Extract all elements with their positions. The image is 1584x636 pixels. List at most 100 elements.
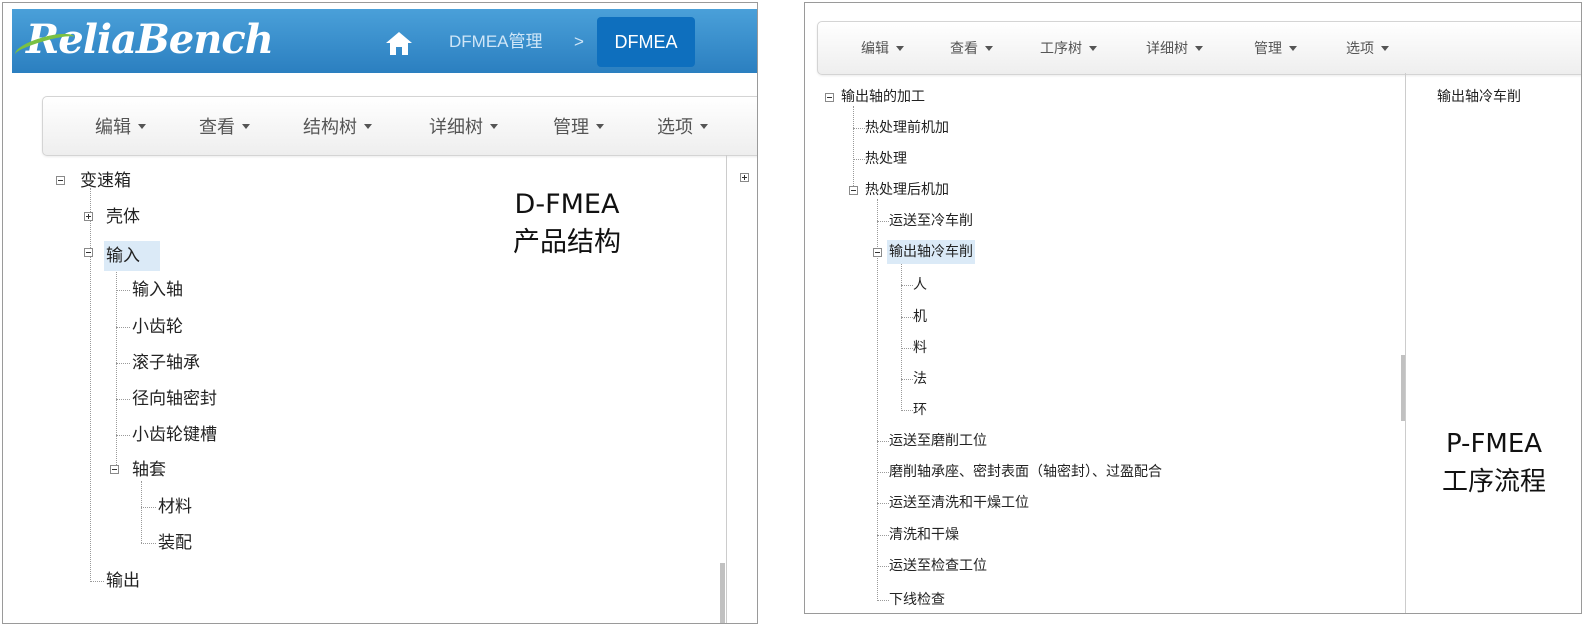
breadcrumb-dfmea-management[interactable]: DFMEA管理 — [449, 29, 543, 55]
caret-down-icon — [1381, 45, 1389, 51]
menu-structure-tree-label: 结构树 — [303, 117, 357, 138]
tree-node-gearbox[interactable]: 变速箱 — [78, 169, 133, 193]
toolbar: 编辑 查看 结构树 详细树 管理 选项 — [42, 96, 757, 156]
tree-node-pre-heat-treatment-machining[interactable]: 热处理前机加 — [863, 118, 951, 138]
menu-manage-label: 管理 — [1254, 41, 1282, 57]
menu-manage[interactable]: 管理 — [1254, 22, 1297, 74]
menu-manage[interactable]: 管理 — [553, 97, 604, 155]
tree-node-output-shaft-cold-turning[interactable]: 输出轴冷车削 — [887, 240, 975, 264]
menu-view-label: 查看 — [199, 117, 235, 138]
tree-node-man[interactable]: 人 — [911, 275, 929, 295]
collapse-minus-icon[interactable] — [825, 93, 834, 102]
home-icon[interactable] — [385, 30, 413, 56]
caret-down-icon — [700, 123, 708, 129]
collapse-minus-icon[interactable] — [873, 248, 882, 257]
menu-process-tree[interactable]: 工序树 — [1040, 22, 1097, 74]
tree-connector — [116, 363, 130, 364]
tree-node-input-shaft[interactable]: 输入轴 — [130, 278, 185, 302]
pane-divider — [726, 155, 727, 623]
tree-node-cleaning-drying[interactable]: 清洗和干燥 — [887, 525, 961, 545]
menu-detail-tree[interactable]: 详细树 — [429, 97, 498, 155]
caret-down-icon — [242, 123, 250, 129]
tree-node-end-of-line-inspection[interactable]: 下线检查 — [887, 590, 947, 610]
menu-detail-tree-label: 详细树 — [1146, 41, 1188, 57]
menu-view-label: 查看 — [950, 41, 978, 57]
tree-node-pinion[interactable]: 小齿轮 — [130, 315, 185, 339]
menu-process-tree-label: 工序树 — [1040, 41, 1082, 57]
tree-connector — [90, 581, 104, 582]
tree-node-material[interactable]: 料 — [911, 338, 929, 358]
menu-detail-tree[interactable]: 详细树 — [1146, 22, 1203, 74]
tree-scrollbar[interactable] — [1401, 355, 1405, 421]
tree-scrollbar[interactable] — [720, 563, 725, 623]
tree-node-housing[interactable]: 壳体 — [104, 205, 142, 229]
dfmea-annotation-subtitle: 产品结构 — [513, 227, 621, 258]
reliabench-logo: ReliaBench — [12, 15, 274, 65]
tree-node-material[interactable]: 材料 — [156, 495, 194, 519]
tree-node-transfer-to-inspection[interactable]: 运送至检查工位 — [887, 556, 989, 576]
caret-down-icon — [138, 123, 146, 129]
tree-connector — [141, 507, 156, 508]
tree-node-radial-shaft-seal[interactable]: 径向轴密封 — [130, 387, 219, 411]
tree-node-input[interactable]: 输入 — [104, 241, 160, 271]
expand-plus-icon[interactable] — [740, 173, 749, 182]
menu-edit-label: 编辑 — [95, 117, 131, 138]
breadcrumb-dfmea-active[interactable]: DFMEA — [597, 17, 695, 67]
caret-down-icon — [596, 123, 604, 129]
tree-connector — [853, 106, 854, 192]
detail-panel-title: 输出轴冷车削 — [1437, 89, 1521, 105]
menu-edit[interactable]: 编辑 — [95, 97, 146, 155]
tree-node-post-heat-treatment-machining[interactable]: 热处理后机加 — [863, 180, 951, 200]
tree-node-heat-treatment[interactable]: 热处理 — [863, 149, 909, 169]
pfmea-annotation-title: P-FMEA — [1445, 429, 1543, 459]
tree-node-machine[interactable]: 机 — [911, 307, 929, 327]
tree-node-roller-bearing[interactable]: 滚子轴承 — [130, 351, 202, 375]
tree-node-output-shaft-machining[interactable]: 输出轴的加工 — [839, 87, 927, 107]
tree-node-grinding[interactable]: 磨削轴承座、密封表面（轴密封）、过盈配合 — [887, 462, 1164, 482]
dfmea-annotation-title: D-FMEA — [514, 189, 620, 220]
tree-node-transfer-to-cleaning[interactable]: 运送至清洗和干燥工位 — [887, 493, 1031, 513]
tree-connector — [141, 543, 156, 544]
menu-edit[interactable]: 编辑 — [861, 22, 904, 74]
toolbar: 编辑 查看 工序树 详细树 管理 选项 — [817, 21, 1581, 75]
collapse-minus-icon[interactable] — [56, 176, 65, 185]
collapse-minus-icon[interactable] — [84, 248, 93, 257]
tree-node-transfer-to-grinding[interactable]: 运送至磨削工位 — [887, 431, 989, 451]
tree-connector — [116, 264, 117, 469]
tree-node-assembly[interactable]: 装配 — [156, 531, 194, 555]
menu-manage-label: 管理 — [553, 117, 589, 138]
caret-down-icon — [490, 123, 498, 129]
caret-down-icon — [1289, 45, 1297, 51]
tree-node-output[interactable]: 输出 — [104, 569, 142, 593]
dfmea-annotation: D-FMEA 产品结构 — [487, 186, 647, 262]
tree-connector — [116, 399, 130, 400]
menu-options[interactable]: 选项 — [657, 97, 708, 155]
pfmea-window: 编辑 查看 工序树 详细树 管理 选项 输出轴冷车削 输出轴的加工 热处理前机加… — [804, 2, 1582, 614]
tree-connector — [141, 481, 142, 543]
tree-connector — [877, 199, 878, 601]
tree-connector — [116, 435, 130, 436]
tree-connector — [116, 327, 130, 328]
tree-node-sleeve[interactable]: 轴套 — [130, 458, 168, 482]
caret-down-icon — [896, 45, 904, 51]
breadcrumb-separator: > — [574, 32, 584, 51]
menu-view[interactable]: 查看 — [199, 97, 250, 155]
expand-plus-icon[interactable] — [84, 212, 93, 221]
tree-node-method[interactable]: 法 — [911, 369, 929, 389]
menu-view[interactable]: 查看 — [950, 22, 993, 74]
collapse-minus-icon[interactable] — [849, 186, 858, 195]
caret-down-icon — [364, 123, 372, 129]
menu-options-label: 选项 — [1346, 41, 1374, 57]
tree-node-transfer-to-cold-turning[interactable]: 运送至冷车削 — [887, 211, 975, 231]
tree-connector — [116, 290, 130, 291]
menu-structure-tree[interactable]: 结构树 — [303, 97, 372, 155]
tree-connector — [901, 261, 902, 411]
menu-options-label: 选项 — [657, 117, 693, 138]
pane-divider — [1405, 73, 1406, 613]
tree-node-environment[interactable]: 环 — [911, 400, 929, 420]
menu-edit-label: 编辑 — [861, 41, 889, 57]
tree-node-pinion-keyway[interactable]: 小齿轮键槽 — [130, 423, 219, 447]
pfmea-annotation-subtitle: 工序流程 — [1441, 467, 1546, 497]
collapse-minus-icon[interactable] — [110, 465, 119, 474]
menu-options[interactable]: 选项 — [1346, 22, 1389, 74]
